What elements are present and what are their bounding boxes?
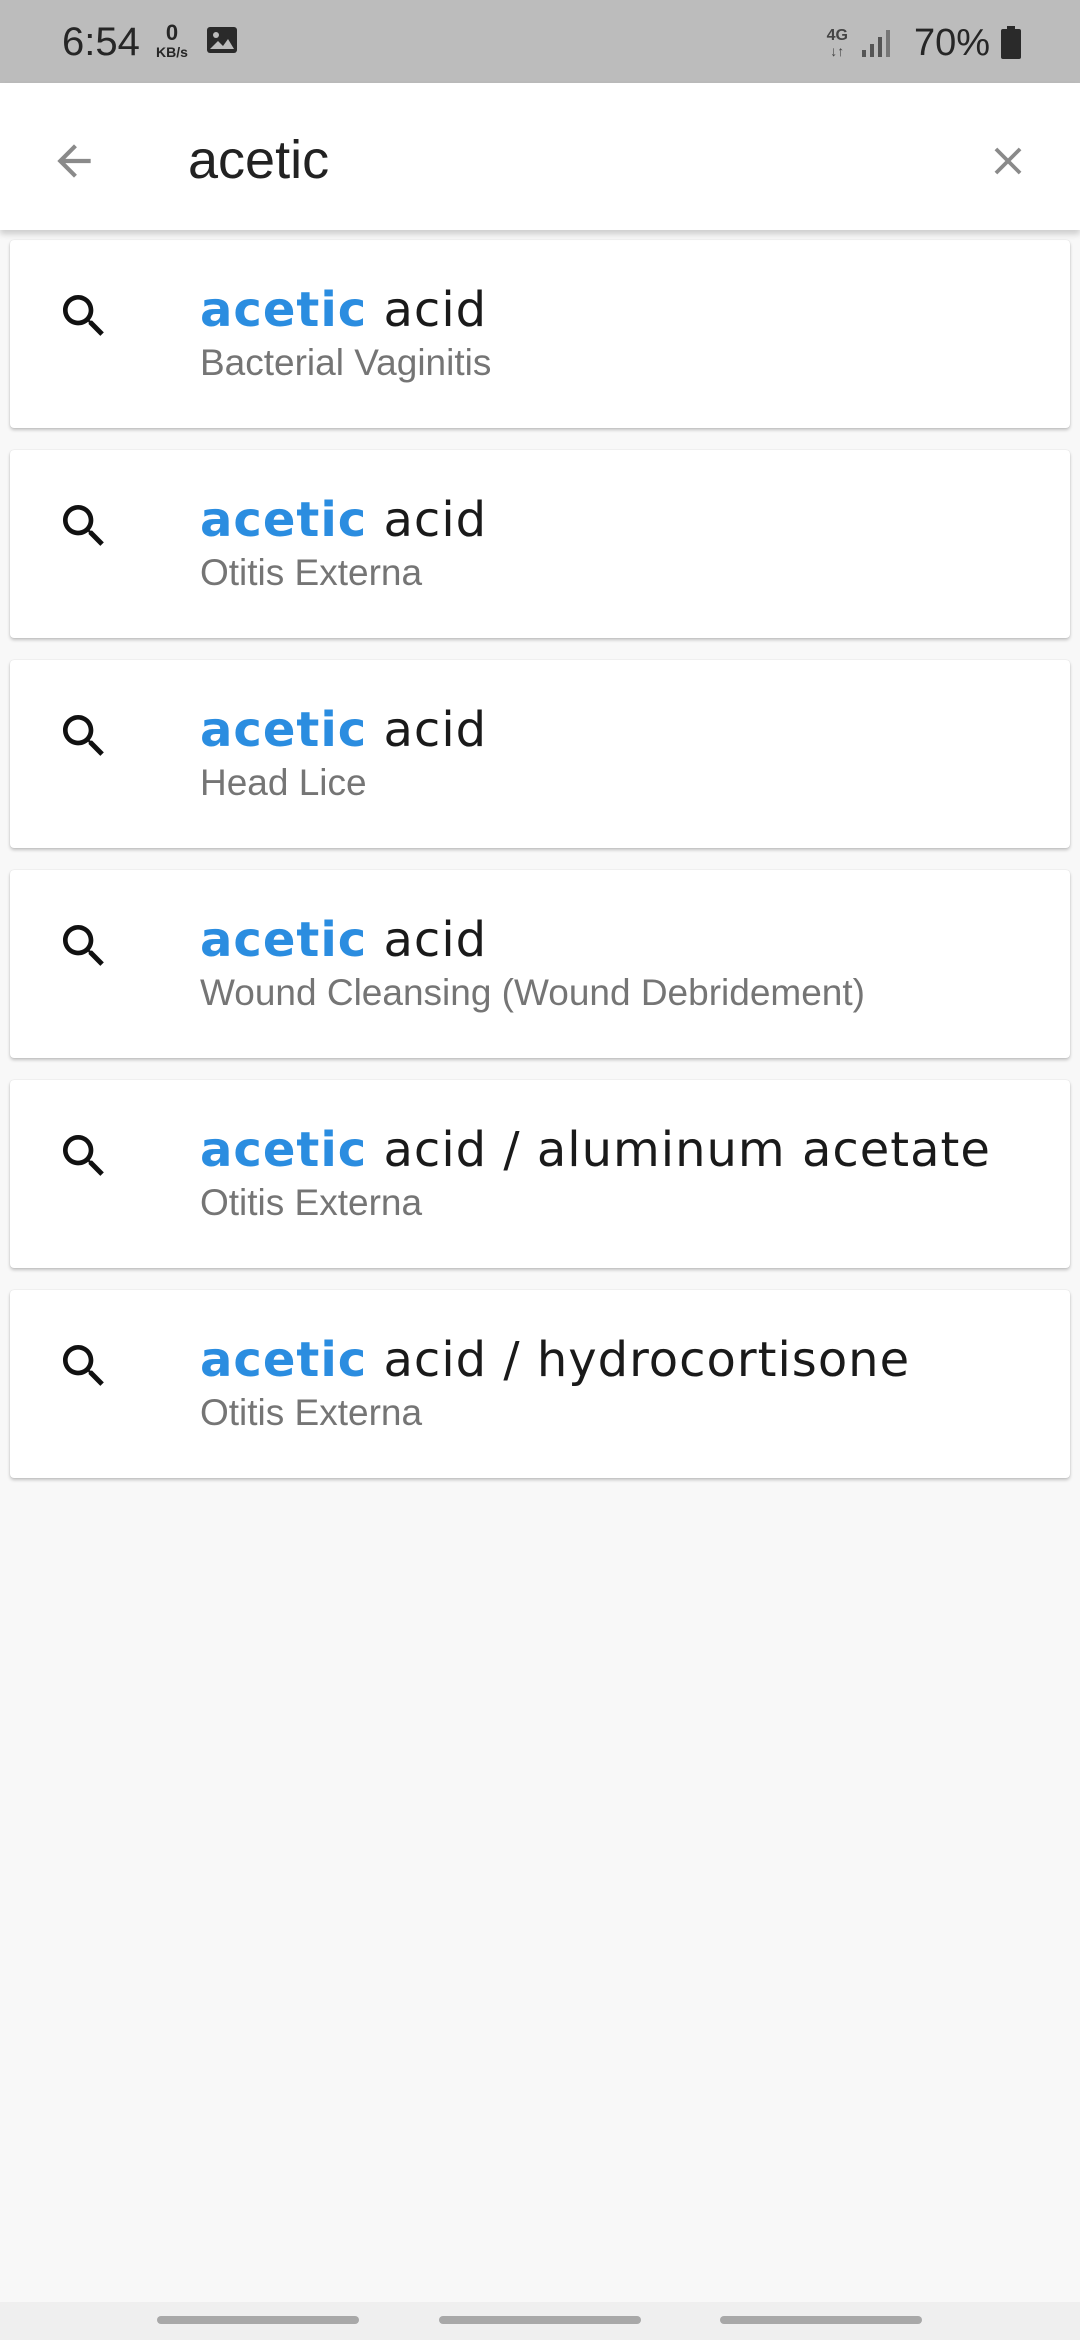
nav-recent-apps-handle[interactable] <box>157 2316 359 2324</box>
search-input[interactable] <box>188 117 948 203</box>
back-button[interactable] <box>36 123 112 199</box>
network-speed-unit: KB/s <box>156 44 188 60</box>
search-icon <box>63 715 104 756</box>
result-title: acetic acid <box>200 490 487 550</box>
search-result-item[interactable]: acetic acid Wound Cleansing (Wound Debri… <box>10 870 1070 1058</box>
image-notification-icon <box>207 27 237 53</box>
search-result-item[interactable]: acetic acid Head Lice <box>10 660 1070 848</box>
result-title-match: acetic <box>200 492 368 548</box>
result-condition: Bacterial Vaginitis <box>200 342 492 383</box>
network-activity-arrows: ↓↑ <box>830 43 845 59</box>
arrow-back-icon <box>57 144 91 178</box>
search-icon <box>63 1135 104 1176</box>
search-icon <box>63 1345 104 1386</box>
result-title-rest: acid / aluminum acetate <box>383 1122 991 1178</box>
battery-percentage: 70% <box>913 22 990 64</box>
result-title-rest: acid <box>383 492 488 548</box>
search-result-item[interactable]: acetic acid / hydrocortisone Otitis Exte… <box>10 1290 1070 1478</box>
gesture-nav-bar <box>0 2302 1080 2340</box>
search-results-list: acetic acid Bacterial Vaginitis acetic a… <box>10 240 1070 1500</box>
status-time: 6:54 <box>62 20 140 64</box>
result-condition: Head Lice <box>200 762 367 803</box>
search-result-item[interactable]: acetic acid Otitis Externa <box>10 450 1070 638</box>
search-icon <box>63 925 104 966</box>
result-title-rest: acid <box>383 702 488 758</box>
search-icon <box>63 505 104 546</box>
result-title: acetic acid <box>200 910 487 970</box>
result-title-match: acetic <box>200 912 368 968</box>
clear-search-button[interactable] <box>970 123 1046 199</box>
result-title-rest: acid <box>383 912 488 968</box>
result-condition: Otitis Externa <box>200 1182 423 1223</box>
result-title-match: acetic <box>200 702 368 758</box>
network-type: 4G ↓↑ <box>826 27 848 59</box>
result-title: acetic acid / aluminum acetate <box>200 1120 991 1180</box>
search-result-item[interactable]: acetic acid / aluminum acetate Otitis Ex… <box>10 1080 1070 1268</box>
network-speed: 0 KB/s <box>150 20 194 61</box>
result-condition: Wound Cleansing (Wound Debridement) <box>200 972 865 1013</box>
result-title-match: acetic <box>200 1332 368 1388</box>
network-type-label: 4G <box>826 27 848 44</box>
result-condition: Otitis Externa <box>200 552 423 593</box>
search-app-bar <box>0 83 1080 230</box>
nav-back-handle[interactable] <box>720 2316 922 2324</box>
status-bar: 6:54 0 KB/s 4G ↓↑ 70% <box>0 0 1080 83</box>
search-result-item[interactable]: acetic acid Bacterial Vaginitis <box>10 240 1070 428</box>
result-title-match: acetic <box>200 282 368 338</box>
result-condition: Otitis Externa <box>200 1392 423 1433</box>
search-icon <box>63 295 104 336</box>
result-title-rest: acid / hydrocortisone <box>383 1332 911 1388</box>
signal-icon <box>861 30 890 57</box>
nav-home-handle[interactable] <box>439 2316 641 2324</box>
network-speed-value: 0 <box>165 20 179 45</box>
result-title-rest: acid <box>383 282 488 338</box>
battery-icon <box>1001 26 1021 59</box>
result-title: acetic acid <box>200 280 487 340</box>
result-title: acetic acid / hydrocortisone <box>200 1330 910 1390</box>
result-title: acetic acid <box>200 700 487 760</box>
result-title-match: acetic <box>200 1122 368 1178</box>
close-icon <box>994 147 1022 175</box>
status-right-group: 4G ↓↑ 70% <box>827 20 1022 66</box>
